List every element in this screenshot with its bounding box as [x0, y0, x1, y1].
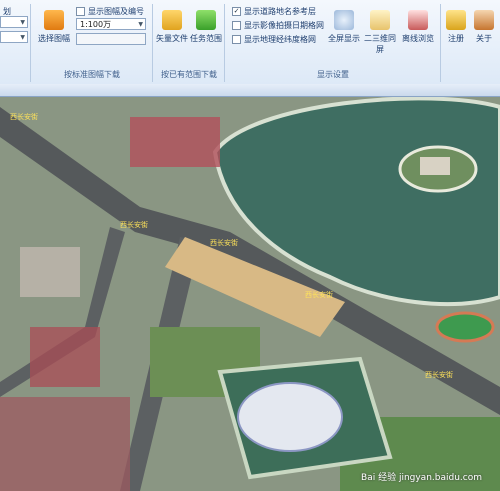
checkbox-checked: ✓ — [232, 7, 241, 16]
scale-combo[interactable]: 1:100万 ▼ — [76, 18, 146, 30]
about-label: 关于 — [476, 34, 492, 43]
select-sheet-button[interactable]: 选择图幅 — [36, 10, 72, 44]
vector-file-button[interactable]: 矢量文件 — [154, 10, 190, 44]
road-label: 西长安街 — [305, 290, 333, 299]
ribbon-group-standard-download: 选择图幅 显示图幅及编号 1:100万 ▼ 按标准图幅下载 — [32, 4, 153, 82]
left-combo-1[interactable]: ▼ — [0, 16, 28, 28]
task-range-button[interactable]: 任务范围 — [188, 10, 224, 44]
road-label: 西长安街 — [120, 220, 148, 229]
road-reference-checkbox[interactable]: ✓ 显示道路地名参考层 — [232, 6, 316, 17]
download-arrow-icon — [196, 10, 216, 30]
chevron-down-icon: ▼ — [138, 21, 143, 28]
register-button[interactable]: 注册 — [442, 10, 470, 44]
fullscreen-button[interactable]: 全屏显示 — [326, 10, 362, 44]
show-sheet-number-label: 显示图幅及编号 — [88, 7, 144, 16]
select-sheet-label: 选择图幅 — [38, 34, 70, 43]
key-icon — [446, 10, 466, 30]
theatre-dome — [237, 382, 343, 452]
offline-browse-button[interactable]: 离线浏览 — [400, 10, 436, 44]
road-label: 西长安街 — [210, 238, 238, 247]
scale-combo-2[interactable] — [76, 33, 146, 45]
watermark: Bai 经验 jingyan.baidu.com — [361, 473, 482, 483]
ribbon-group-existing-download: 矢量文件 任务范围 按已有范围下载 — [154, 4, 225, 82]
island-building — [420, 157, 450, 175]
map-sheet-icon — [44, 10, 64, 30]
ribbon-group-display-settings: ✓ 显示道路地名参考层 显示影像拍摄日期格网 显示地理经纬度格网 全屏显示 二三… — [226, 4, 441, 82]
split-view-button[interactable]: 二三维同屏 — [362, 10, 398, 55]
home-icon — [474, 10, 494, 30]
fullscreen-label: 全屏显示 — [328, 34, 360, 43]
image-date-grid-checkbox[interactable]: 显示影像拍摄日期格网 — [232, 20, 324, 31]
display-settings-group-label: 显示设置 — [317, 70, 349, 79]
sports-field — [435, 311, 495, 343]
checkbox-box — [232, 21, 241, 30]
ribbon-toolbar: 划 ▼ ▼ 选择图幅 显示图幅及编号 1:100万 ▼ 按标准图幅下载 矢量文件 … — [0, 0, 500, 85]
split-view-label: 二三维同屏 — [364, 34, 396, 54]
image-date-grid-label: 显示影像拍摄日期格网 — [244, 21, 324, 30]
existing-download-group-label: 按已有范围下载 — [161, 70, 217, 79]
register-label: 注册 — [448, 34, 464, 43]
task-range-label: 任务范围 — [190, 34, 222, 43]
scale-value: 1:100万 — [80, 20, 112, 29]
map-viewport[interactable]: 西长安街 西长安街 西长安街 西长安街 西长安街 Bai 经验 jingyan.… — [0, 97, 500, 491]
ribbon-group-other: 注册 关于 — [442, 4, 500, 82]
building-block — [20, 247, 80, 297]
latlon-grid-checkbox[interactable]: 显示地理经纬度格网 — [232, 34, 316, 45]
building-block — [130, 117, 220, 167]
offline-browse-label: 离线浏览 — [402, 34, 434, 43]
map-canvas: 西长安街 西长安街 西长安街 西长安街 西长安街 — [0, 97, 500, 491]
ribbon-bottom-bar — [0, 84, 500, 97]
about-button[interactable]: 关于 — [470, 10, 498, 44]
latlon-grid-label: 显示地理经纬度格网 — [244, 35, 316, 44]
road-label: 西长安街 — [425, 370, 453, 379]
building-block — [30, 327, 100, 387]
split-screen-icon — [370, 10, 390, 30]
checkbox-box — [232, 35, 241, 44]
building-block — [0, 397, 130, 491]
left-combo-2[interactable]: ▼ — [0, 31, 28, 43]
fullscreen-icon — [334, 10, 354, 30]
checkbox-box — [76, 7, 85, 16]
vector-file-label: 矢量文件 — [156, 34, 188, 43]
road-label: 西长安街 — [10, 112, 38, 121]
standard-download-group-label: 按标准图幅下载 — [64, 70, 120, 79]
road-reference-label: 显示道路地名参考层 — [244, 7, 316, 16]
ribbon-group-left: 划 ▼ ▼ — [0, 4, 31, 82]
folder-icon — [162, 10, 182, 30]
show-sheet-number-checkbox[interactable]: 显示图幅及编号 — [76, 6, 144, 17]
antenna-icon — [408, 10, 428, 30]
